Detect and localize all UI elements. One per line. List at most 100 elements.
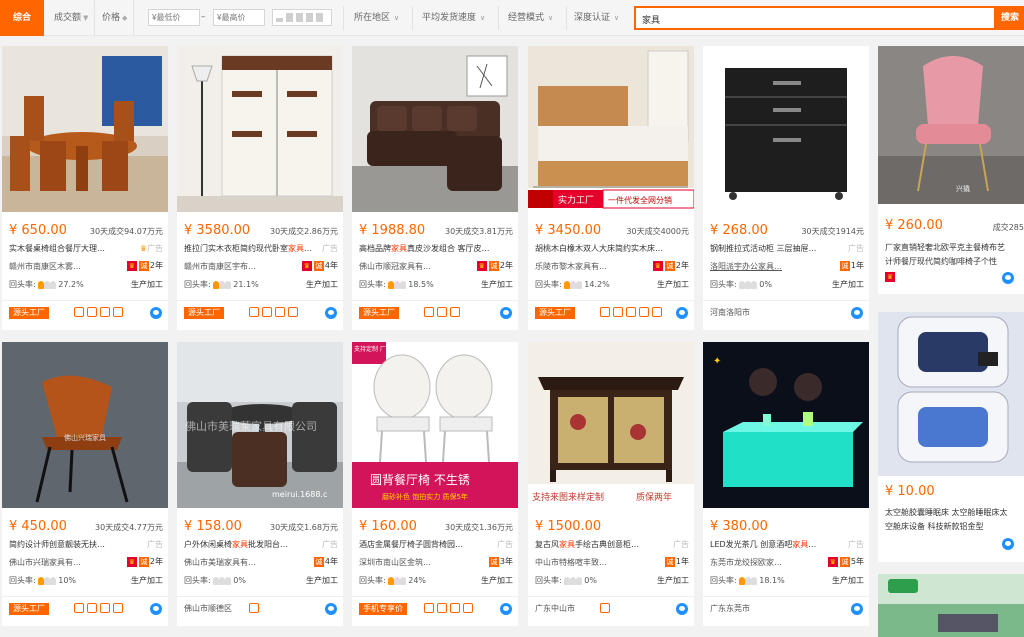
sort-by-price[interactable]: 价格 ◆ [96, 0, 135, 36]
ad-label: 广告 [848, 540, 864, 549]
wangwang-chat-icon[interactable] [851, 603, 863, 615]
product-image[interactable] [177, 46, 343, 212]
product-image[interactable]: 佛山市美瑞莱家具有限公司 meirui.1688.c [177, 342, 343, 508]
shipping-speed-dropdown[interactable]: 平均发货速度 ∨ [418, 0, 489, 36]
seller-name[interactable]: 佛山市美瑞家具有… [184, 557, 256, 568]
wangwang-chat-icon[interactable] [150, 307, 162, 319]
product-title[interactable]: 户外休闲桌椅家具批发阳台… [184, 539, 322, 550]
filter-divider [498, 6, 499, 30]
product-title[interactable]: 推拉门实木衣柜简约现代卧室家具… [184, 243, 322, 254]
product-title[interactable]: LED发光茶几 创意酒吧家具… [710, 539, 848, 550]
product-image[interactable] [703, 46, 869, 212]
title-keyword: 家具 [391, 244, 407, 253]
product-title[interactable]: 胡桃木白橡木双人大床简约实木床… [535, 243, 687, 254]
seller-name[interactable]: 东莞市龙绞探欧家… [710, 557, 782, 568]
product-card[interactable]: 支持来图来样定制 质保两年 ¥ 1500.00 复古风家具手绘古典创意柜… 广告… [528, 342, 694, 626]
source-factory-tag: 源头工厂 [9, 307, 49, 319]
product-sales: 30天成交1.68万元 [270, 523, 338, 532]
region-dropdown[interactable]: 所在地区 ∨ [350, 0, 403, 36]
product-card[interactable]: ¥ 10.00 太空舱胶囊睡眠床 太空舱睡眠床太 空舱床设备 科技新款铝金型 [878, 312, 1024, 562]
feature-icons [249, 307, 301, 319]
seller-name[interactable]: 洛阳派宇办公家具… [710, 261, 782, 272]
product-image[interactable]: 佛山兴瑞家具 [2, 342, 168, 508]
wangwang-chat-icon[interactable] [500, 603, 512, 615]
ad-label: 广告 [497, 540, 513, 549]
product-title[interactable]: 简约设计师创意靓装无扶… [9, 539, 147, 550]
seller-name[interactable]: 赣州市南康区宇布… [184, 261, 256, 272]
search-button[interactable]: 搜索 [996, 6, 1024, 30]
feature-icon [450, 603, 460, 613]
cheng-badge-icon: 诚 [138, 260, 149, 271]
product-title[interactable]: 太空舱胶囊睡眠床 太空舱睡眠床太 [885, 507, 1024, 518]
seller-name[interactable]: 赣州市南康区木雾… [9, 261, 81, 272]
crown-icon: ♛ [139, 244, 147, 253]
seller-name[interactable]: 深圳市南山区金筑… [359, 557, 431, 568]
product-image[interactable]: 实力工厂 一件代发全网分销 [528, 46, 694, 212]
wangwang-chat-icon[interactable] [1002, 538, 1014, 550]
product-sales: 30天成交3.81万元 [445, 227, 513, 236]
search-input[interactable] [636, 8, 984, 30]
product-sales: 30天成交2.86万元 [270, 227, 338, 236]
seller-name[interactable]: 佛山市兴瑞家具有… [9, 557, 81, 568]
price-max-input[interactable] [213, 9, 265, 26]
product-card[interactable]: ¥ 268.00 30天成交1914元 钢制推拉式活动柜 三层抽屉… 广告 洛阳… [703, 46, 869, 330]
business-model: 生产加工 [131, 576, 163, 585]
sort-comprehensive[interactable]: 综合 [0, 0, 44, 36]
seller-name[interactable]: 中山市特格喧丰致… [535, 557, 607, 568]
seller-name[interactable]: 乐陵市黎木家具有… [535, 261, 607, 272]
product-title[interactable]: 钢制推拉式活动柜 三层抽屉… [710, 243, 848, 254]
product-card[interactable]: 兴撬 ¥ 260.00 成交285 厂家直销轻奢北欧平克主餐椅布艺 计师餐厅现代… [878, 46, 1024, 294]
repeat-rate: 回头率: 0% [535, 575, 597, 586]
product-title-line2[interactable]: 计师餐厅现代简约咖啡椅子个性 [885, 256, 1024, 267]
product-image[interactable]: 支持定制 厂家生产 圆背餐厅椅 不生锈 磨砂补色 饱拍实力 质保5年 [352, 342, 518, 508]
product-image[interactable] [352, 46, 518, 212]
product-title[interactable]: 酒店金属餐厅椅子圆背椅园… [359, 539, 497, 550]
crown-badge-icon: ♛ [885, 272, 895, 282]
wangwang-chat-icon[interactable] [676, 307, 688, 319]
product-card[interactable]: ✦ ¥ 380.00 LED发光茶几 创意酒吧家具… 广告 东莞市龙绞探欧家… … [703, 342, 869, 626]
certification-dropdown[interactable]: 深度认证 ∨ [570, 0, 623, 36]
wangwang-chat-icon[interactable] [500, 307, 512, 319]
wangwang-chat-icon[interactable] [1002, 272, 1014, 284]
product-image[interactable] [878, 574, 1024, 637]
product-card[interactable]: ¥ 650.00 30天成交94.07万元 实木餐桌椅组合餐厅大理… ♛广告 赣… [2, 46, 168, 330]
product-card[interactable]: 佛山市美瑞莱家具有限公司 meirui.1688.c ¥ 158.00 30天成… [177, 342, 343, 626]
wangwang-chat-icon[interactable] [325, 307, 337, 319]
ad-label: 广告 [848, 244, 864, 253]
product-card[interactable]: ¥ 3580.00 30天成交2.86万元 推拉门实木衣柜简约现代卧室家具… 广… [177, 46, 343, 330]
product-title-line2[interactable]: 空舱床设备 科技新款铝金型 [885, 521, 1024, 532]
product-card[interactable]: 佛山兴瑞家具 ¥ 450.00 30天成交4.77万元 简约设计师创意靓装无扶…… [2, 342, 168, 626]
title-text: 钢制推拉式活动柜 三层抽屉… [710, 244, 817, 253]
product-card[interactable]: 支持定制 厂家生产 圆背餐厅椅 不生锈 磨砂补色 饱拍实力 质保5年 ¥ 160… [352, 342, 518, 626]
product-card[interactable]: ¥ 1988.80 30天成交3.81万元 高档品牌家具真皮沙发组合 客厅皮… … [352, 46, 518, 330]
product-image[interactable]: 支持来图来样定制 质保两年 [528, 342, 694, 508]
business-mode-dropdown[interactable]: 经营模式 ∨ [504, 0, 557, 36]
sort-by-volume[interactable]: 成交额 ▼ [48, 0, 96, 36]
wangwang-chat-icon[interactable] [325, 603, 337, 615]
ad-label: 广告 [147, 540, 163, 549]
wangwang-chat-icon[interactable] [676, 603, 688, 615]
card-footer: 源头工厂 [177, 300, 343, 325]
price-min-input[interactable] [148, 9, 200, 26]
wangwang-chat-icon[interactable] [150, 603, 162, 615]
product-card[interactable]: 实力工厂 一件代发全网分销 ¥ 3450.00 30天成交4000元 胡桃木白橡… [528, 46, 694, 330]
product-title[interactable]: 厂家直销轻奢北欧平克主餐椅布艺 [885, 242, 1024, 253]
product-image[interactable] [2, 46, 168, 212]
product-title[interactable]: 实木餐桌椅组合餐厅大理… [9, 243, 147, 254]
card-footer: 源头工厂 [2, 596, 168, 621]
seller-name[interactable]: 佛山市顺冠家具有… [359, 261, 431, 272]
business-model: 生产加工 [657, 280, 689, 289]
product-title[interactable]: 高档品牌家具真皮沙发组合 客厅皮… [359, 243, 511, 254]
repeat-label: 回头率: [535, 576, 562, 585]
product-image[interactable]: ✦ [703, 342, 869, 508]
product-price: ¥ 3580.00 [184, 223, 251, 238]
product-title[interactable]: 复古风家具手绘古典创意柜… [535, 539, 673, 550]
product-image[interactable] [878, 312, 1024, 476]
product-card[interactable] [878, 574, 1024, 637]
title-keyword: 家具 [792, 540, 809, 549]
product-image[interactable]: 兴撬 [878, 46, 1024, 204]
layout-toggle[interactable] [272, 9, 332, 26]
years-text: 5年 [850, 557, 864, 566]
wangwang-chat-icon[interactable] [851, 307, 863, 319]
crown-badge-icon: ♛ [476, 260, 487, 271]
